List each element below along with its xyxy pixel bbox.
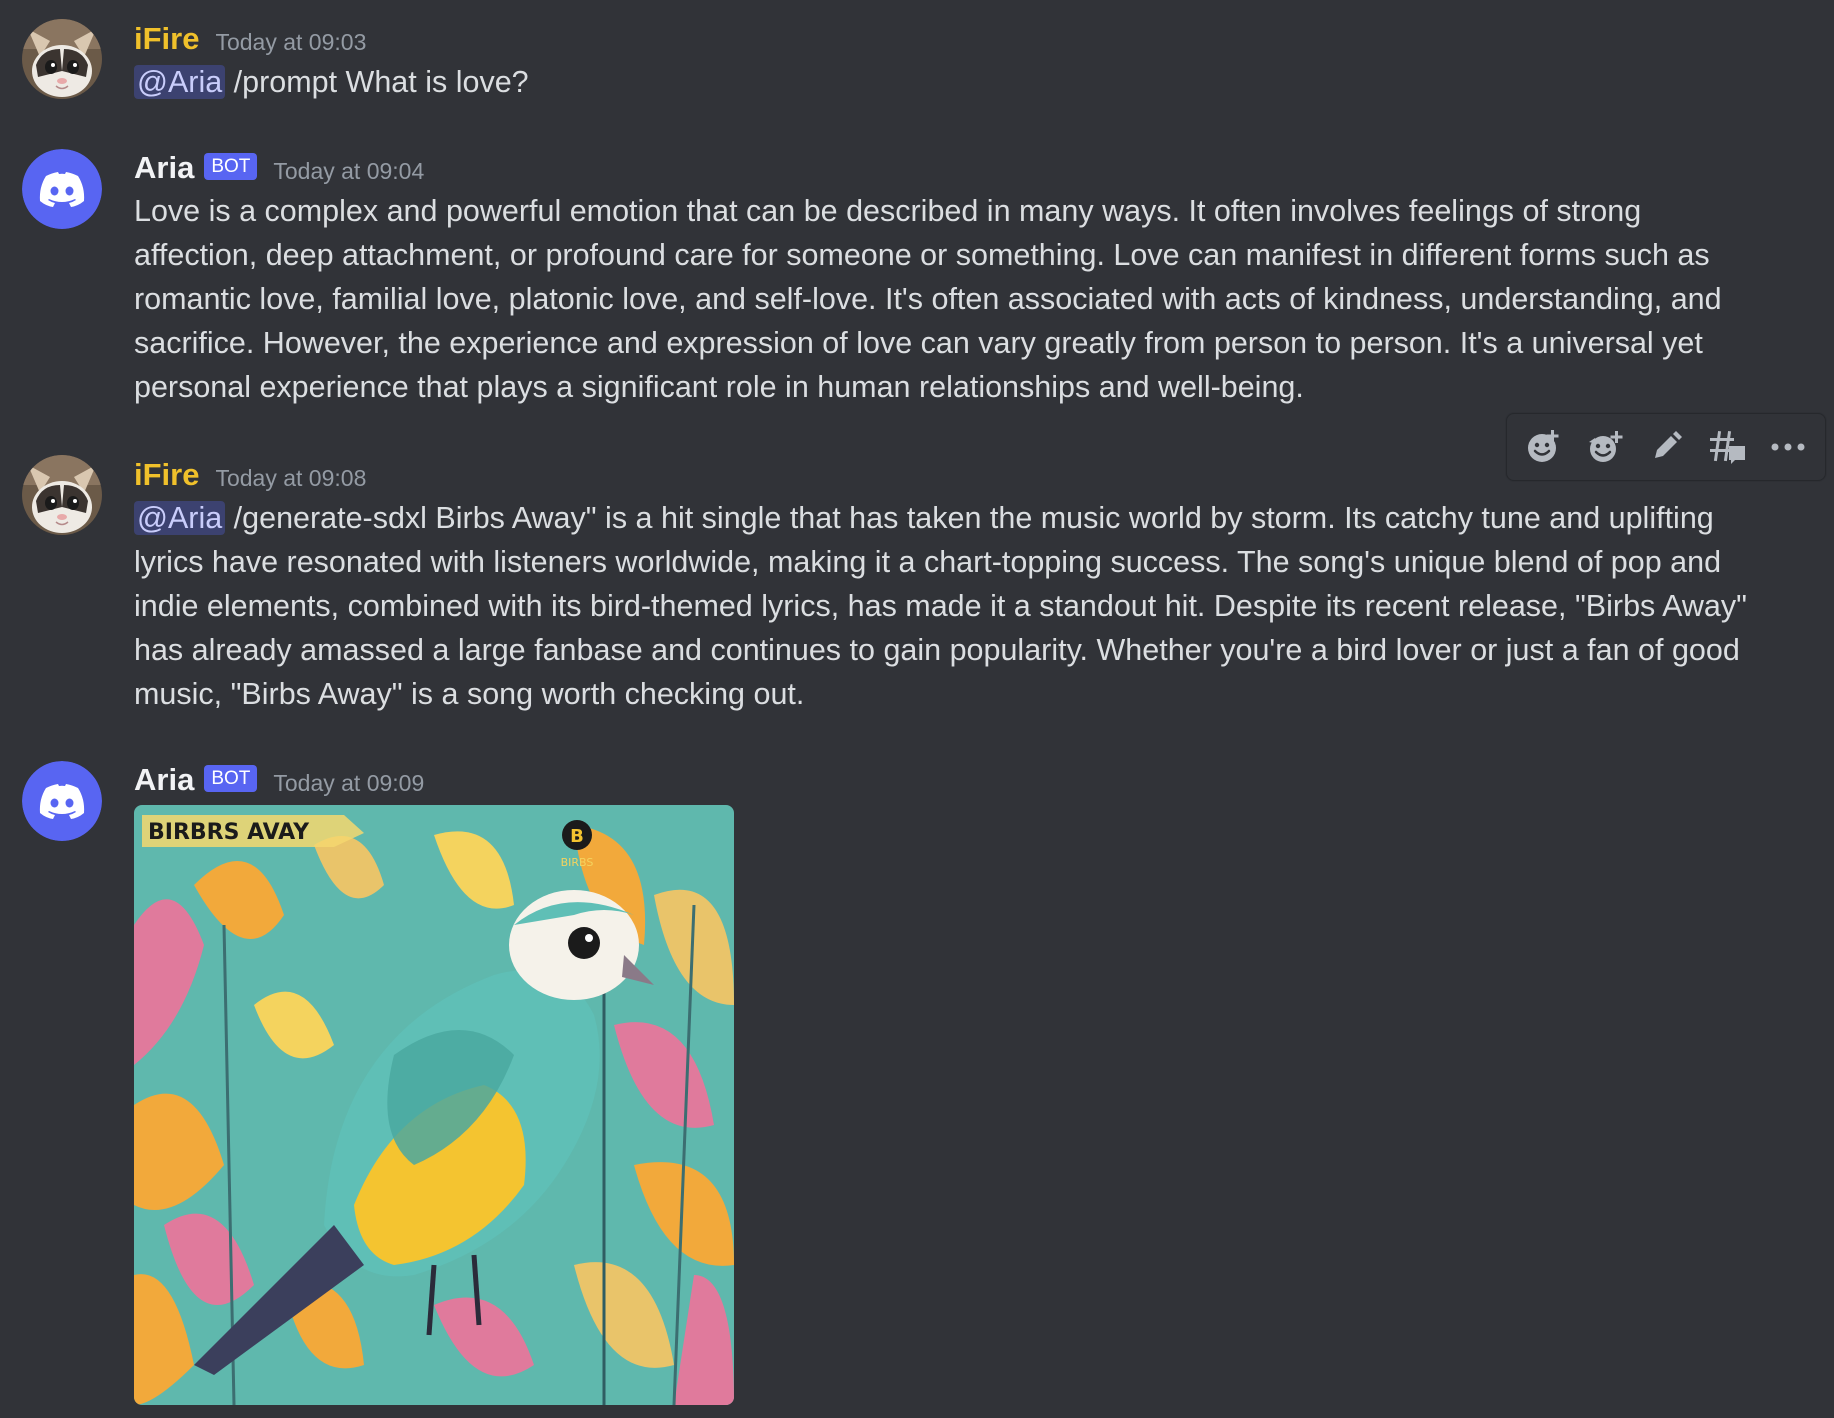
avatar[interactable] <box>22 19 102 99</box>
bot-badge: BOT <box>204 764 258 792</box>
create-thread-button[interactable] <box>1701 421 1753 473</box>
more-button[interactable] <box>1762 421 1814 473</box>
message-header: Aria BOT Today at 09:04 <box>134 148 424 188</box>
mention[interactable]: @Aria <box>134 65 226 99</box>
album-badge-caption: BIRBS <box>561 856 594 869</box>
username[interactable]: Aria <box>134 150 194 186</box>
username[interactable]: Aria <box>134 762 194 798</box>
more-icon <box>1771 443 1805 451</box>
bot-badge: BOT <box>204 152 258 180</box>
album-art-title: BIRBRS AVAY <box>148 820 310 845</box>
add-reaction-icon <box>1527 430 1559 462</box>
add-super-reaction-icon <box>1588 431 1623 462</box>
edit-button[interactable] <box>1640 421 1692 473</box>
album-badge-letter: B <box>570 826 584 847</box>
message-header: iFire Today at 09:03 <box>134 19 366 59</box>
avatar[interactable] <box>22 761 102 841</box>
timestamp: Today at 09:04 <box>273 157 425 184</box>
message-text: /generate-sdxl Birbs Away" is a hit sing… <box>134 501 1747 711</box>
timestamp: Today at 09:09 <box>273 769 425 796</box>
message-header: iFire Today at 09:08 <box>134 455 366 495</box>
message-header: Aria BOT Today at 09:09 <box>134 760 424 800</box>
discord-logo-icon <box>22 761 102 841</box>
cat-avatar-image <box>22 19 102 99</box>
discord-logo-icon <box>22 149 102 229</box>
chat-messages: iFire Today at 09:03 @Aria /prompt What … <box>0 0 1834 1418</box>
username[interactable]: iFire <box>134 21 199 57</box>
edit-icon <box>1654 431 1682 458</box>
cat-avatar-image <box>22 455 102 535</box>
add-reaction-button[interactable] <box>1518 421 1570 473</box>
avatar[interactable] <box>22 455 102 535</box>
username[interactable]: iFire <box>134 457 199 493</box>
timestamp: Today at 09:08 <box>215 464 367 491</box>
message-content: @Aria /generate-sdxl Birbs Away" is a hi… <box>134 496 1764 716</box>
avatar[interactable] <box>22 149 102 229</box>
message-content: Love is a complex and powerful emotion t… <box>134 189 1764 409</box>
create-thread-icon <box>1710 431 1746 464</box>
add-super-reaction-button[interactable] <box>1579 421 1631 473</box>
image-attachment[interactable]: BIRBRS AVAY B BIRBS <box>134 805 734 1405</box>
message-content: @Aria /prompt What is love? <box>134 60 1764 104</box>
message-text: /prompt What is love? <box>225 65 529 99</box>
timestamp: Today at 09:03 <box>215 28 367 55</box>
message-text: Love is a complex and powerful emotion t… <box>134 194 1722 404</box>
album-art-image: BIRBRS AVAY B BIRBS <box>134 805 734 1405</box>
mention[interactable]: @Aria <box>134 501 226 535</box>
message-actions-toolbar <box>1506 413 1826 481</box>
